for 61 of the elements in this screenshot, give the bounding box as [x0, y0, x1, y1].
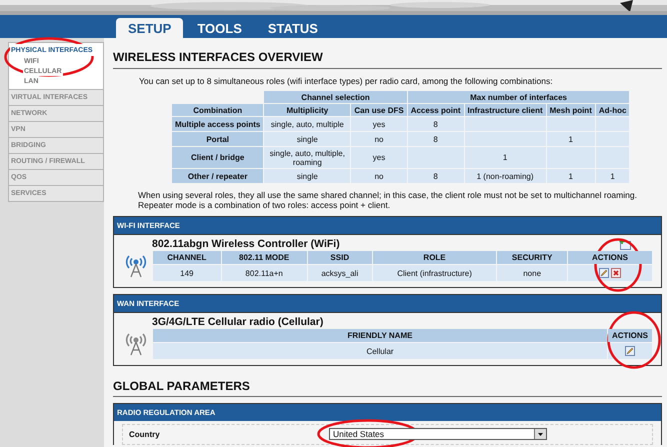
note-text: Repeater mode is a combination of two roles: access point + client.: [138, 200, 392, 210]
table-cell: 1: [596, 169, 630, 183]
column-header: SSID: [308, 251, 372, 264]
table-cell: 1: [546, 169, 595, 183]
column-header: ACTIONS: [608, 329, 652, 342]
column-header: Combination: [172, 104, 264, 116]
interface-name: 3G/4G/LTE Cellular radio (Cellular): [152, 316, 324, 328]
edit-icon[interactable]: [599, 268, 609, 278]
column-header: ROLE: [372, 251, 496, 264]
table-cell: 802.11a+n: [222, 265, 307, 281]
table-cell: no: [351, 132, 407, 146]
table-cell: 8: [408, 169, 464, 183]
note-text: When using several roles, they all use the same shared channel; in this case, the client role must not be set to multichannel roaming.: [138, 190, 638, 200]
table-cell: acksys_ali: [308, 265, 372, 281]
table-cell: Client (infrastructure): [372, 265, 496, 281]
table-cell: 149: [153, 265, 221, 281]
column-header: Mesh point: [546, 104, 595, 116]
table-cell: single, auto, multiple, roaming: [264, 147, 350, 168]
table-cell: 1 (non-roaming): [464, 169, 546, 183]
annotation-ellipse: [594, 238, 642, 292]
column-header: Ad-hoc: [596, 104, 630, 116]
nav-tab[interactable]: TOOLS: [185, 18, 254, 38]
country-dropdown[interactable]: United States: [329, 428, 547, 440]
table-cell: yes: [351, 117, 407, 131]
column-header: ACTIONS: [568, 251, 652, 264]
table-cell: single: [264, 169, 350, 183]
row-header: Other / repeater: [172, 169, 264, 183]
column-header: FRIENDLY NAME: [153, 329, 607, 342]
table-cell: 1: [464, 147, 546, 168]
column-header: SECURITY: [497, 251, 567, 264]
table-cell: single, auto, multiple: [264, 117, 350, 131]
nav-tab[interactable]: STATUS: [256, 18, 330, 38]
table-cell: yes: [351, 147, 407, 168]
column-header: 802.11 MODE: [222, 251, 307, 264]
table-cell: 8: [408, 117, 464, 131]
field-label: Country: [129, 430, 161, 438]
table-cell: 1: [546, 132, 595, 146]
caret-icon[interactable]: [538, 432, 543, 436]
table-cell: single: [264, 132, 350, 146]
table-cell: 8: [408, 132, 464, 146]
column-header: CHANNEL: [153, 251, 221, 264]
interface-name: 802.11abgn Wireless Controller (WiFi): [152, 238, 340, 250]
group-header: Max number of interfaces: [408, 91, 630, 103]
row-header: Multiple access points: [172, 117, 264, 131]
section-heading: GLOBAL PARAMETERS: [113, 379, 662, 397]
column-header: Multiplicity: [264, 104, 350, 116]
row-header: Portal: [172, 132, 264, 146]
column-header: Can use DFS: [351, 104, 407, 116]
table-cell: none: [497, 265, 567, 281]
edit-icon[interactable]: [625, 346, 635, 356]
table-cell: Cellular: [153, 343, 607, 359]
annotation-ellipse: [607, 311, 661, 369]
nav-tab[interactable]: SETUP: [116, 18, 184, 38]
column-header: Infrastructure client: [464, 104, 546, 116]
row-header: Client / bridge: [172, 147, 264, 168]
group-header: Channel selection: [264, 91, 407, 103]
delete-icon[interactable]: [611, 268, 621, 278]
section-heading: WIRELESS INTERFACES OVERVIEW: [113, 50, 662, 69]
table-cell: no: [351, 169, 407, 183]
intro-text: You can set up to 8 simultaneous roles (wifi interface types) per radio card, among the following combinations:: [139, 76, 554, 86]
column-header: Access point: [408, 104, 464, 116]
